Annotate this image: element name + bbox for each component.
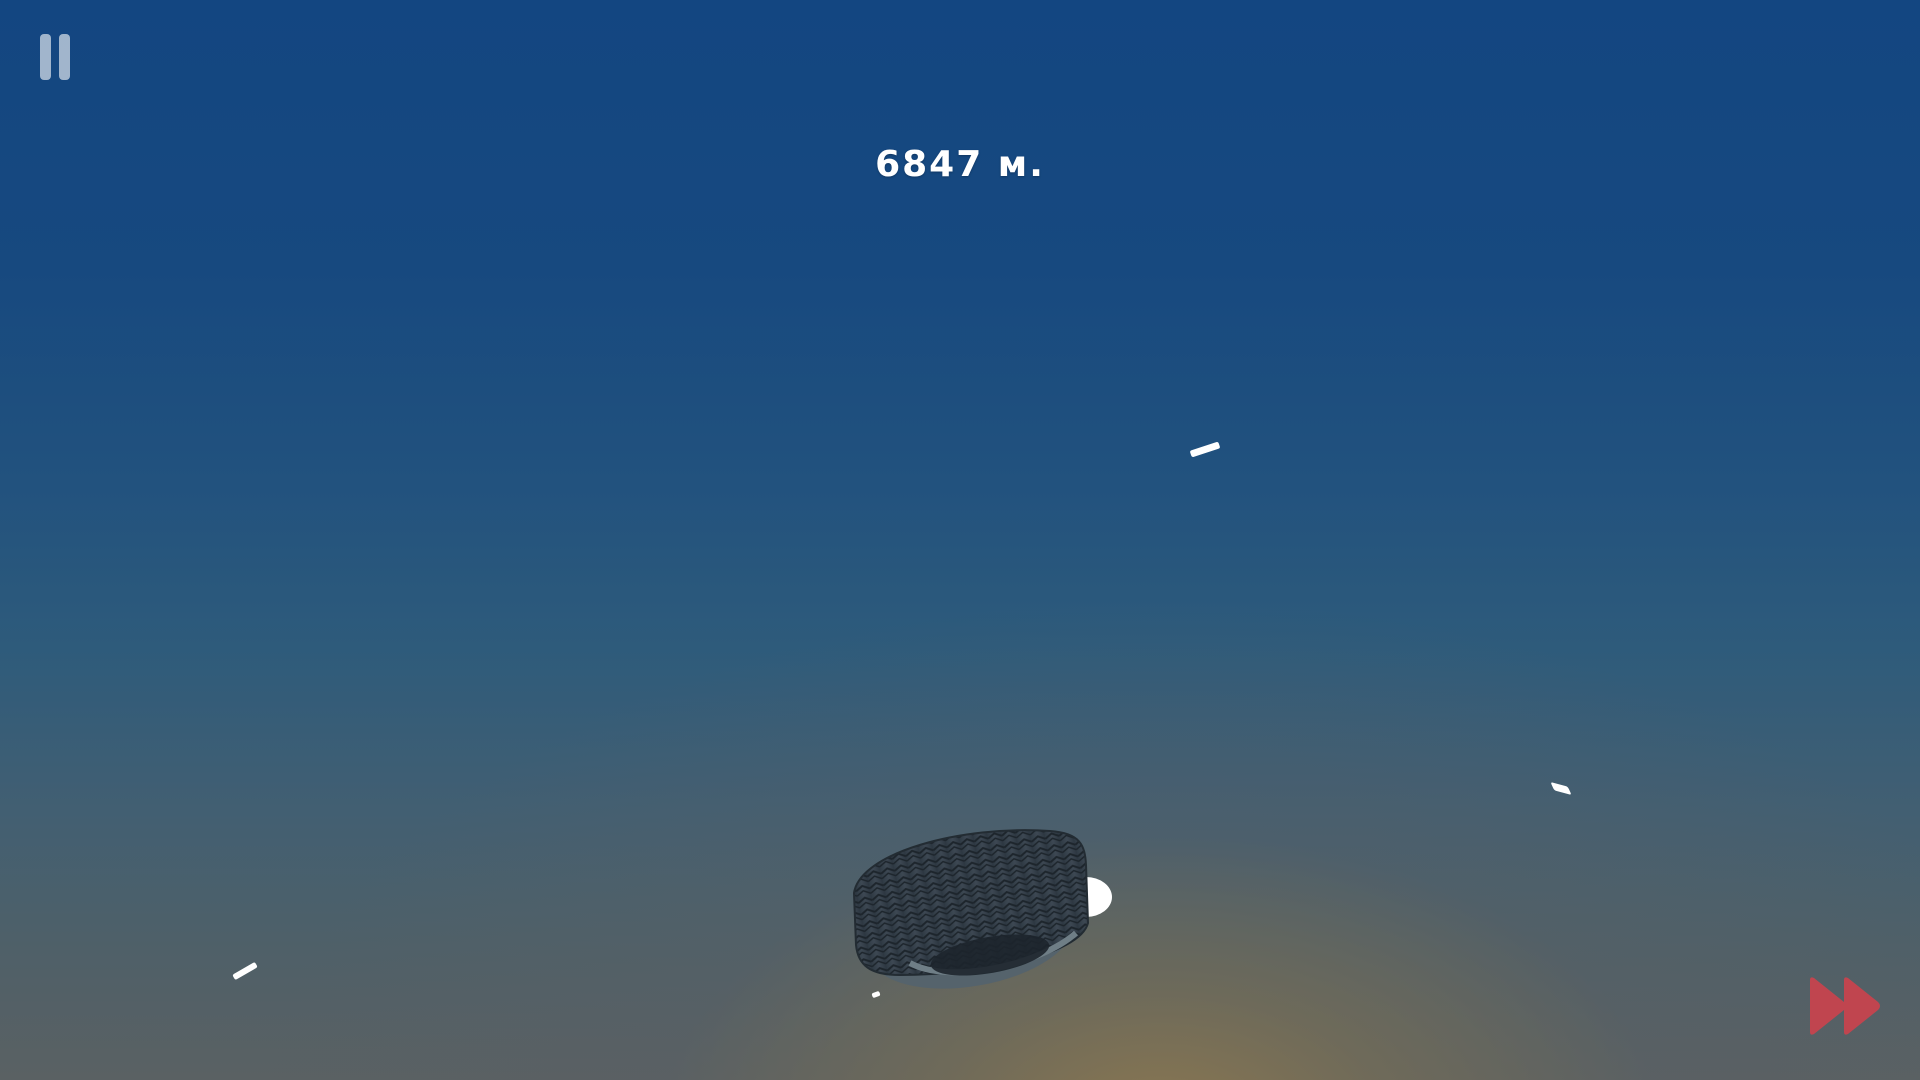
tire-icon xyxy=(852,829,1112,989)
fast-forward-button[interactable] xyxy=(1806,974,1886,1038)
pause-icon-bar-left xyxy=(40,34,51,80)
pause-icon-bar-right xyxy=(59,34,70,80)
fast-forward-icon xyxy=(1810,977,1880,1035)
pause-button[interactable] xyxy=(36,34,76,82)
tire-player xyxy=(840,815,1130,995)
distance-counter: 6847 м. xyxy=(875,144,1045,185)
